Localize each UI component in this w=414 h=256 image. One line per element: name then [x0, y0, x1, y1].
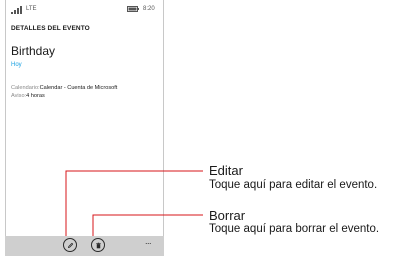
event-title: Birthday [11, 44, 56, 58]
trash-icon [95, 242, 101, 248]
event-date: Hoy [11, 62, 22, 68]
delete-button[interactable] [91, 238, 105, 252]
edit-callout-title: Editar [209, 163, 243, 178]
calendar-value: Calendar - Cuenta de Microsoft [39, 85, 118, 91]
app-bar: ... [5, 236, 164, 256]
more-options-button[interactable]: ... [145, 236, 152, 246]
network-label: LTE [26, 6, 37, 12]
reminder-value: 4 horas [26, 93, 45, 99]
delete-callout-desc: Toque aquí para borrar el evento. [209, 223, 380, 235]
phone-screen: LTE 8:20 DETALLES DEL EVENTO Birthday Ho… [5, 0, 164, 256]
calendar-line: Calendario:Calendar - Cuenta de Microsof… [11, 85, 117, 91]
edit-callout-desc: Toque aquí para editar el evento. [209, 179, 378, 191]
reminder-line: Aviso:4 horas [11, 93, 45, 99]
reminder-key: Aviso: [11, 93, 27, 99]
edit-button[interactable] [63, 238, 77, 252]
section-title: DETALLES DEL EVENTO [11, 25, 90, 32]
delete-callout-title: Borrar [209, 208, 246, 223]
signal-bars-icon [11, 6, 22, 14]
clock: 8:20 [143, 6, 155, 12]
pencil-icon [67, 242, 73, 248]
calendar-key: Calendario: [11, 85, 40, 91]
battery-icon [127, 6, 139, 12]
status-bar: LTE 8:20 [5, 4, 164, 16]
